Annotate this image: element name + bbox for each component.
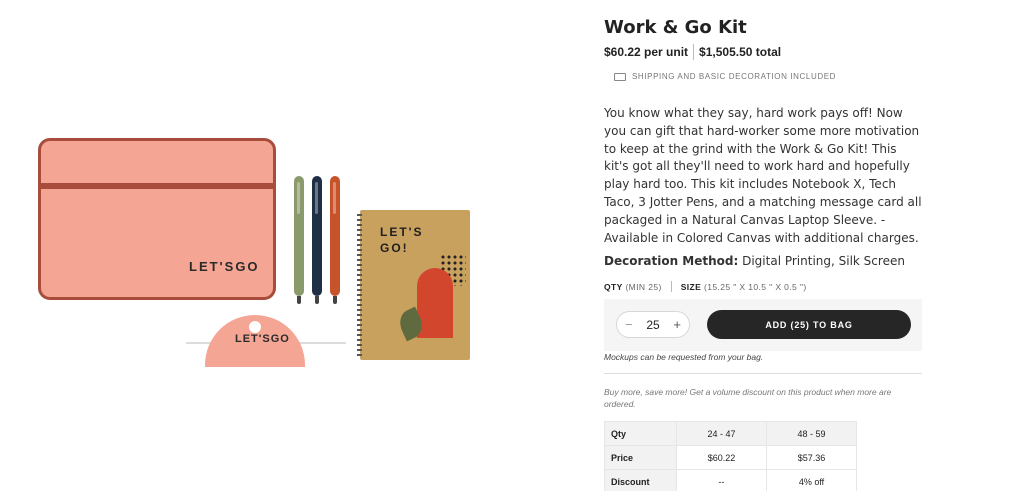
table-cell: $57.36	[766, 445, 857, 470]
price-per-unit: $60.22 per unit	[604, 45, 689, 59]
add-to-bag-button[interactable]: ADD (25) TO BAG	[707, 310, 911, 339]
decoration-label: Decoration Method:	[604, 254, 739, 268]
row-header: Qty	[604, 421, 677, 446]
pen-navy-image	[312, 176, 322, 304]
table-row: Qty 24 - 47 48 - 59	[604, 421, 857, 446]
decrease-quantity-button[interactable]: −	[625, 317, 633, 332]
product-image: LET'SGO LET'S GO! LET'SGO	[30, 130, 480, 370]
price-divider	[693, 44, 695, 60]
pen-green-image	[294, 176, 304, 304]
sleeve-zipper	[38, 183, 276, 189]
pen-rust-image	[330, 176, 340, 304]
sleeve-logo: LET'SGO	[189, 259, 260, 274]
section-divider	[604, 373, 922, 374]
table-row: Price $60.22 $57.36	[604, 445, 857, 470]
notebook-title: LET'S GO!	[380, 225, 424, 255]
decoration-method: Decoration Method: Digital Printing, Sil…	[604, 254, 905, 268]
mockup-note: Mockups can be requested from your bag.	[604, 352, 764, 362]
add-to-bag-panel: − 25 + ADD (25) TO BAG	[604, 299, 922, 351]
price-line: $60.22 per unit $1,505.50 total	[604, 44, 781, 60]
quantity-value[interactable]: 25	[646, 318, 659, 332]
product-title: Work & Go Kit	[604, 17, 747, 38]
table-cell: 4% off	[766, 469, 857, 491]
row-header: Price	[604, 445, 677, 470]
notebook-image: LET'S GO!	[357, 210, 470, 360]
increase-quantity-button[interactable]: +	[673, 317, 681, 332]
price-total: $1,505.50 total	[699, 45, 782, 59]
qty-min: (MIN 25)	[625, 281, 662, 292]
product-description: You know what they say, hard work pays o…	[604, 106, 922, 245]
qty-size-info: QTY (MIN 25) SIZE (15.25 " X 10.5 " X 0.…	[604, 281, 807, 292]
shipping-note: SHIPPING AND BASIC DECORATION INCLUDED	[614, 72, 836, 81]
shipping-text: SHIPPING AND BASIC DECORATION INCLUDED	[632, 72, 837, 81]
taco-logo: LET'SGO	[235, 333, 290, 345]
table-cell: 24 - 47	[676, 421, 767, 446]
table-row: Discount -- 4% off	[604, 469, 857, 491]
tech-taco-image: LET'SGO	[205, 315, 305, 367]
laptop-sleeve-image: LET'SGO	[38, 138, 276, 300]
quantity-stepper[interactable]: − 25 +	[616, 311, 690, 338]
table-cell: --	[676, 469, 767, 491]
qty-label: QTY	[604, 281, 623, 292]
table-cell: 48 - 59	[766, 421, 857, 446]
qty-size-divider	[670, 281, 672, 292]
size-label: SIZE	[680, 281, 702, 292]
volume-pricing-table: Qty 24 - 47 48 - 59 Price $60.22 $57.36 …	[604, 421, 857, 491]
size-value: (15.25 " X 10.5 " X 0.5 ")	[703, 281, 807, 292]
truck-icon	[614, 72, 626, 81]
row-header: Discount	[604, 469, 677, 491]
decoration-value: Digital Printing, Silk Screen	[742, 254, 905, 268]
volume-discount-note: Buy more, save more! Get a volume discou…	[604, 387, 892, 409]
table-cell: $60.22	[676, 445, 767, 470]
